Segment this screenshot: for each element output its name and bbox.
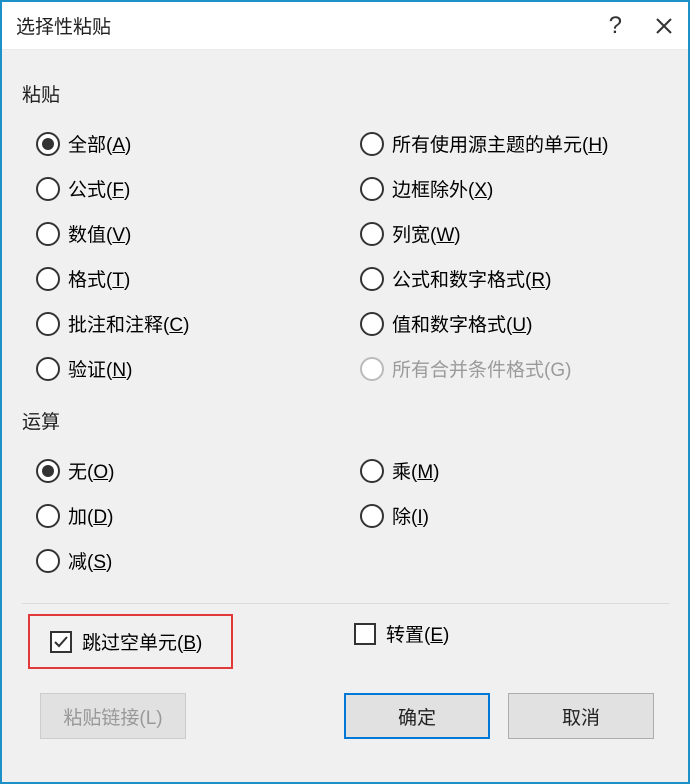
radio-label: 乘(M) (392, 457, 439, 484)
skip-blanks-checkbox[interactable]: 跳过空单元(B) (42, 622, 219, 661)
paste-option-1[interactable]: 公式(F) (22, 166, 346, 211)
radio-icon (36, 504, 60, 528)
radio-icon (360, 357, 384, 381)
paste-option-6[interactable]: 所有使用源主题的单元(H) (346, 121, 670, 166)
radio-icon (360, 177, 384, 201)
radio-label: 边框除外(X) (392, 175, 493, 202)
paste-option-5[interactable]: 验证(N) (22, 346, 346, 391)
radio-label: 数值(V) (68, 220, 131, 247)
operation-option-3[interactable]: 乘(M) (346, 448, 670, 493)
paste-option-8[interactable]: 列宽(W) (346, 211, 670, 256)
radio-label: 除(I) (392, 502, 429, 529)
paste-radio-group: 全部(A) 公式(F) 数值(V) 格式(T) 批注和注释(C) 验证(N) 所有使用源主… (22, 121, 670, 391)
separator (22, 603, 670, 604)
dialog-content: 粘贴 全部(A) 公式(F) 数值(V) 格式(T) 批注和注释(C) 验证(N) 所有使… (2, 50, 688, 749)
skip-blanks-highlight: 跳过空单元(B) (28, 614, 233, 669)
radio-label: 全部(A) (68, 130, 131, 157)
paste-option-3[interactable]: 格式(T) (22, 256, 346, 301)
paste-option-9[interactable]: 公式和数字格式(R) (346, 256, 670, 301)
operation-radio-group: 无(O) 加(D) 减(S) 乘(M) 除(I) (22, 448, 670, 583)
paste-link-button[interactable]: 粘贴链接(L) (40, 693, 186, 739)
radio-icon (360, 132, 384, 156)
radio-label: 批注和注释(C) (68, 310, 189, 337)
radio-icon (360, 504, 384, 528)
radio-label: 验证(N) (68, 355, 132, 382)
paste-option-2[interactable]: 数值(V) (22, 211, 346, 256)
checkbox-row: 跳过空单元(B) 转置(E) (22, 614, 670, 669)
checkbox-box (354, 623, 376, 645)
window-controls: ? (609, 12, 674, 40)
close-icon (654, 16, 674, 36)
titlebar: 选择性粘贴 ? (2, 2, 688, 50)
radio-icon (36, 132, 60, 156)
radio-label: 所有合并条件格式(G) (392, 355, 571, 382)
radio-label: 所有使用源主题的单元(H) (392, 130, 608, 157)
radio-icon (36, 459, 60, 483)
radio-icon (36, 549, 60, 573)
checkmark-icon (53, 634, 69, 650)
radio-icon (360, 459, 384, 483)
skip-blanks-label: 跳过空单元(B) (82, 628, 202, 655)
cancel-button[interactable]: 取消 (508, 693, 654, 739)
dialog-title: 选择性粘贴 (16, 12, 111, 39)
operation-option-0[interactable]: 无(O) (22, 448, 346, 493)
transpose-label: 转置(E) (386, 620, 449, 647)
radio-icon (360, 312, 384, 336)
help-button[interactable]: ? (609, 12, 622, 40)
transpose-checkbox[interactable]: 转置(E) (346, 614, 670, 653)
radio-label: 减(S) (68, 547, 112, 574)
paste-option-11: 所有合并条件格式(G) (346, 346, 670, 391)
operation-option-1[interactable]: 加(D) (22, 493, 346, 538)
paste-section-label: 粘贴 (22, 80, 670, 107)
paste-option-7[interactable]: 边框除外(X) (346, 166, 670, 211)
checkbox-box (50, 631, 72, 653)
radio-icon (36, 267, 60, 291)
radio-label: 无(O) (68, 457, 114, 484)
button-row: 粘贴链接(L) 确定 取消 (22, 669, 670, 739)
radio-icon (36, 177, 60, 201)
radio-label: 公式和数字格式(R) (392, 265, 551, 292)
paste-option-4[interactable]: 批注和注释(C) (22, 301, 346, 346)
paste-option-0[interactable]: 全部(A) (22, 121, 346, 166)
operation-option-2[interactable]: 减(S) (22, 538, 346, 583)
operation-section-label: 运算 (22, 407, 670, 434)
radio-icon (360, 267, 384, 291)
paste-option-10[interactable]: 值和数字格式(U) (346, 301, 670, 346)
radio-icon (36, 222, 60, 246)
ok-button[interactable]: 确定 (344, 693, 490, 739)
radio-label: 列宽(W) (392, 220, 461, 247)
radio-label: 值和数字格式(U) (392, 310, 532, 337)
close-button[interactable] (654, 16, 674, 36)
operation-option-4[interactable]: 除(I) (346, 493, 670, 538)
radio-icon (36, 312, 60, 336)
radio-label: 加(D) (68, 502, 113, 529)
radio-icon (36, 357, 60, 381)
radio-label: 公式(F) (68, 175, 130, 202)
radio-icon (360, 222, 384, 246)
radio-label: 格式(T) (68, 265, 130, 292)
